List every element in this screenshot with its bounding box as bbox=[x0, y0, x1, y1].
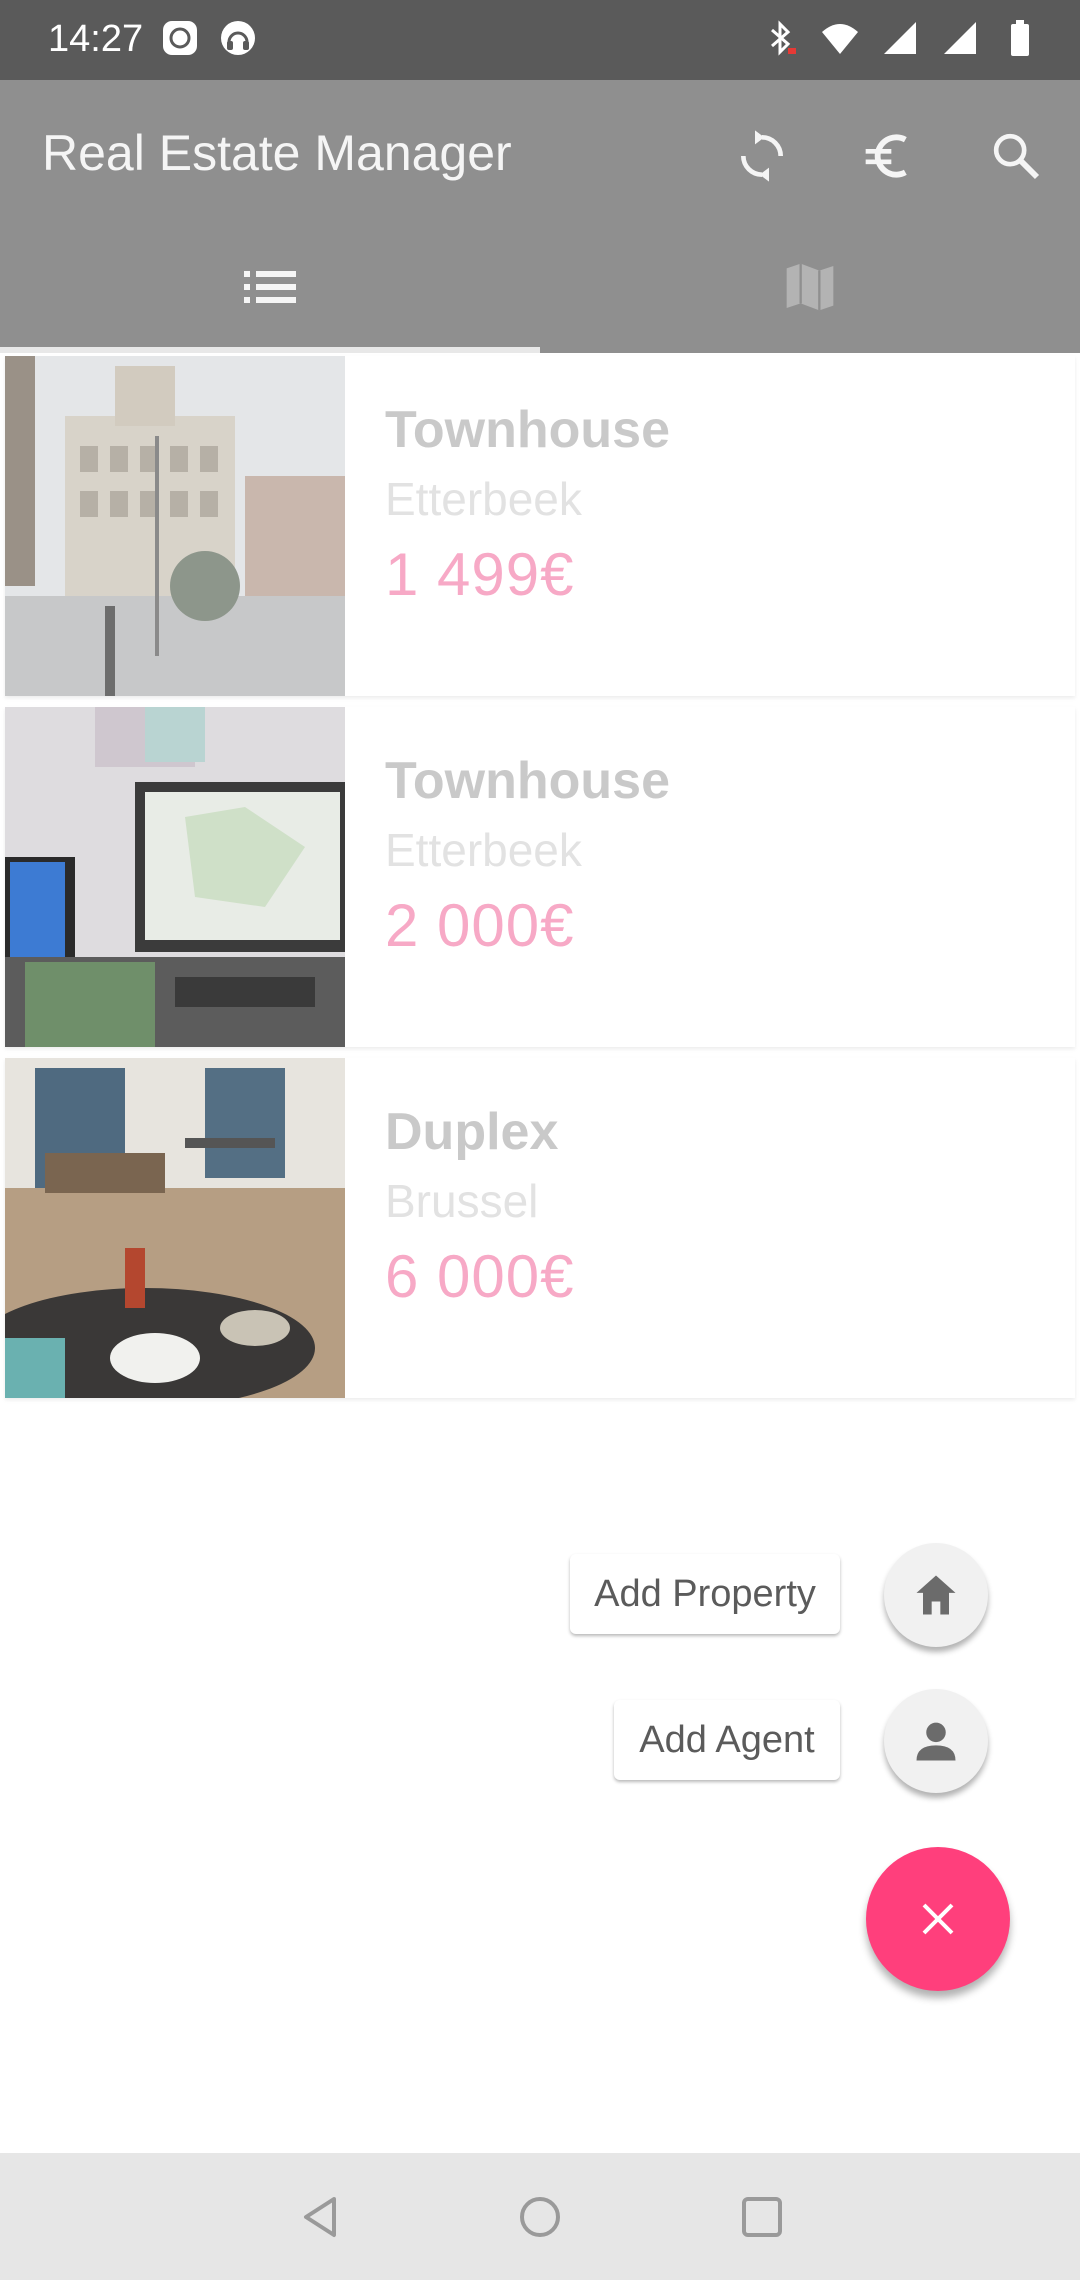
property-type: Townhouse bbox=[385, 752, 671, 810]
refresh-icon bbox=[741, 130, 783, 182]
property-type: Townhouse bbox=[385, 401, 671, 459]
home-circle-icon bbox=[520, 2197, 560, 2237]
property-city: Brussel bbox=[385, 1175, 539, 1227]
refresh-button[interactable] bbox=[726, 120, 798, 192]
street-building-photo bbox=[5, 356, 345, 696]
property-photo bbox=[5, 356, 345, 696]
currency-button[interactable] bbox=[853, 120, 925, 192]
nav-recents-button[interactable] bbox=[730, 2185, 794, 2249]
tab-indicator bbox=[0, 347, 540, 353]
property-price: 2 000€ bbox=[385, 892, 575, 959]
signal-icon bbox=[884, 22, 916, 54]
add-agent-label[interactable]: Add Agent bbox=[614, 1700, 840, 1780]
property-card[interactable]: Duplex Brussel 6 000€ bbox=[5, 1058, 1075, 1398]
status-time: 14:27 bbox=[48, 18, 144, 60]
speed-dial-close-button[interactable] bbox=[866, 1847, 1010, 1991]
property-city: Etterbeek bbox=[385, 824, 582, 876]
add-agent-button[interactable] bbox=[884, 1689, 988, 1793]
euro-icon bbox=[865, 134, 907, 178]
map-icon bbox=[786, 263, 834, 310]
media-icon bbox=[163, 21, 197, 55]
nav-back-button[interactable] bbox=[288, 2185, 352, 2249]
property-photo bbox=[5, 1058, 345, 1398]
property-photo bbox=[5, 707, 345, 1047]
add-property-label[interactable]: Add Property bbox=[570, 1554, 840, 1634]
app-title: Real Estate Manager bbox=[42, 125, 512, 181]
system-nav-bar bbox=[0, 2153, 1080, 2280]
tab-list[interactable] bbox=[0, 220, 540, 353]
status-bar: 14:27 bbox=[0, 0, 1080, 80]
tab-map[interactable] bbox=[540, 220, 1080, 353]
list-icon bbox=[244, 270, 296, 303]
bluetooth-icon bbox=[771, 20, 796, 56]
close-icon bbox=[922, 1903, 954, 1935]
app-bar: Real Estate Manager bbox=[0, 80, 1080, 353]
property-price: 6 000€ bbox=[385, 1243, 575, 1310]
tab-bar bbox=[0, 220, 1080, 353]
headset-icon bbox=[221, 21, 255, 55]
battery-icon bbox=[1011, 20, 1029, 56]
recents-icon bbox=[742, 2197, 782, 2237]
signal-icon bbox=[944, 22, 976, 54]
person-icon bbox=[916, 1722, 956, 1761]
property-type: Duplex bbox=[385, 1103, 559, 1161]
search-icon bbox=[993, 133, 1040, 180]
property-card[interactable]: Townhouse Etterbeek 2 000€ bbox=[5, 707, 1075, 1047]
home-icon bbox=[916, 1575, 956, 1615]
property-city: Etterbeek bbox=[385, 473, 582, 525]
desk-monitor-photo bbox=[5, 707, 345, 1047]
property-price: 1 499€ bbox=[385, 541, 575, 608]
nav-home-button[interactable] bbox=[508, 2185, 572, 2249]
wifi-icon bbox=[822, 24, 858, 54]
search-button[interactable] bbox=[980, 120, 1052, 192]
dining-room-photo bbox=[5, 1058, 345, 1398]
property-card[interactable]: Townhouse Etterbeek 1 499€ bbox=[5, 356, 1075, 696]
back-icon bbox=[304, 2197, 336, 2237]
add-property-button[interactable] bbox=[884, 1543, 988, 1647]
